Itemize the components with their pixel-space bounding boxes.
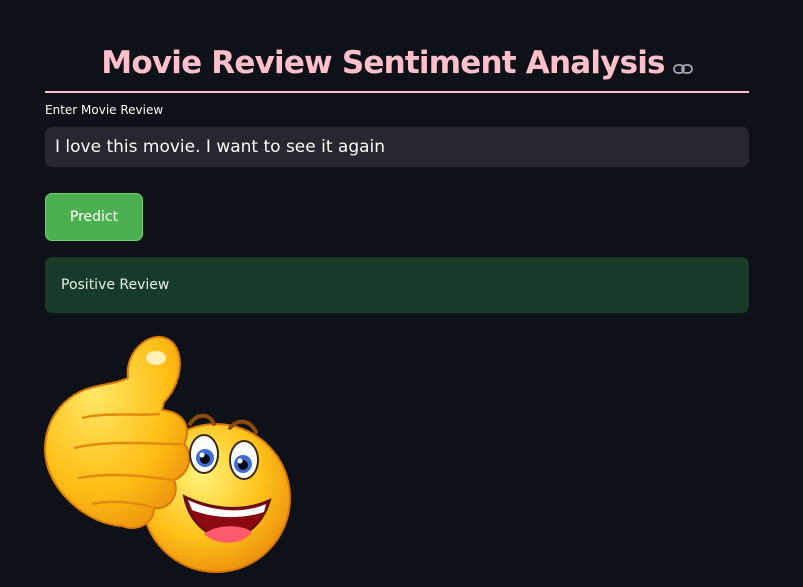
link-icon[interactable] — [672, 60, 693, 74]
predict-button[interactable]: Predict — [45, 193, 143, 241]
app-page: Movie Review Sentiment Analysis Enter Mo… — [0, 0, 803, 587]
review-input-label: Enter Movie Review — [45, 103, 164, 117]
result-text: Positive Review — [61, 277, 170, 293]
title-row: Movie Review Sentiment Analysis — [45, 40, 749, 86]
review-input[interactable] — [45, 127, 749, 167]
thumbs-up-smiley-icon — [44, 335, 291, 573]
title-divider — [45, 91, 749, 93]
page-title: Movie Review Sentiment Analysis — [101, 45, 665, 81]
result-alert: Positive Review — [45, 257, 749, 313]
